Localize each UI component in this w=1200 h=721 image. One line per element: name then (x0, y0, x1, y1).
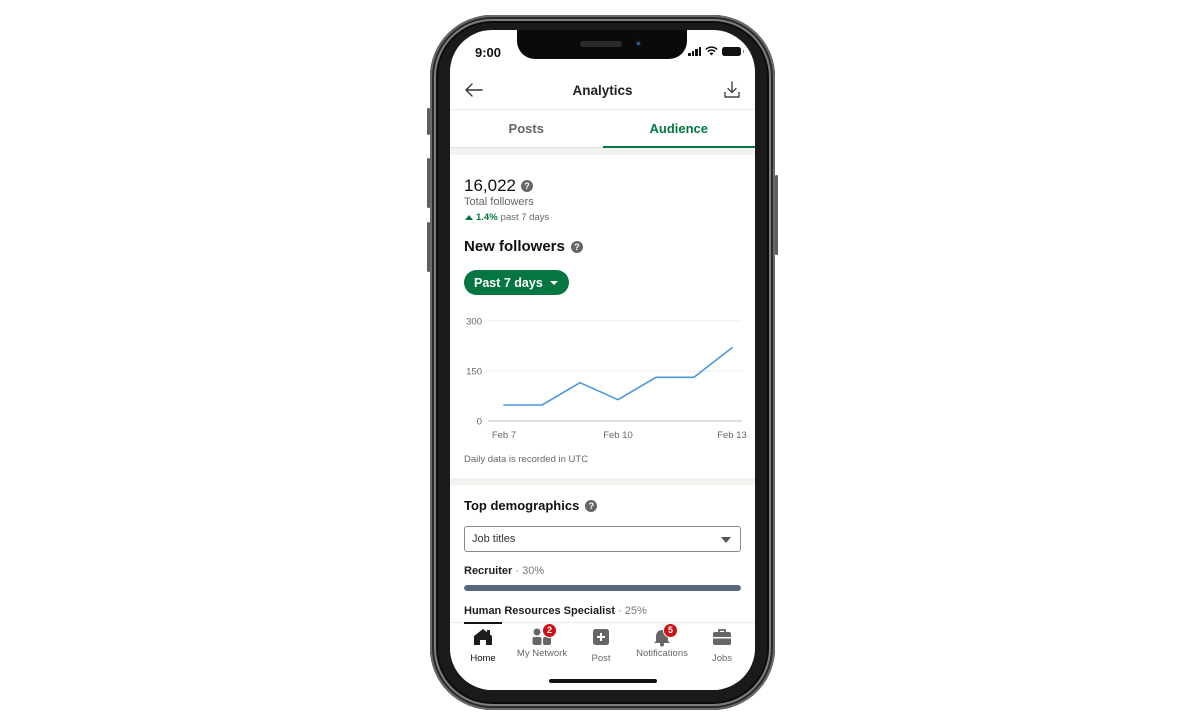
status-time: 9:00 (475, 45, 502, 60)
demographic-row-label: Recruiter · 30% (464, 565, 545, 577)
caret-down-icon (721, 537, 731, 543)
notification-badge: 2 (543, 624, 556, 637)
total-followers-label: Total followers (464, 196, 534, 208)
help-icon[interactable]: ? (570, 240, 583, 253)
nav-label: Jobs (711, 653, 733, 664)
chart-note: Daily data is recorded in UTC (464, 454, 589, 465)
caret-down-icon (549, 280, 558, 285)
bell-icon: 5 (651, 624, 677, 647)
new-followers-chart: 300 150 0 Feb 7 Feb 10 Feb 13 (466, 317, 747, 442)
demographic-name: Human Resources Specialist (464, 605, 616, 617)
home-indicator (549, 679, 657, 683)
network-icon: 2 (531, 624, 556, 647)
wifi-icon (705, 46, 718, 56)
followers-trend: 1.4% past 7 days (465, 212, 549, 223)
mute-switch (427, 108, 430, 135)
y-tick-label: 150 (466, 367, 482, 378)
briefcase-icon (713, 629, 731, 645)
nav-label: Notifications (636, 648, 688, 659)
demographic-type-select[interactable]: Job titles (464, 526, 741, 552)
app-bar: Analytics (450, 70, 755, 110)
page-title: Analytics (572, 83, 633, 98)
date-range-dropdown[interactable]: Past 7 days (464, 270, 569, 295)
battery-icon (722, 46, 744, 56)
phone-screen: 9:00 Analytics Posts Audience 16,022 ? T… (450, 30, 755, 690)
notification-badge: 5 (664, 624, 677, 637)
demographic-name: Recruiter (464, 565, 513, 577)
post-icon (593, 629, 609, 645)
new-followers-title: New followers (464, 238, 565, 255)
volume-up-button (427, 158, 430, 208)
signal-icon (688, 46, 701, 56)
active-tab-indicator (464, 622, 502, 624)
total-followers-value: 16,022 (464, 176, 516, 195)
nav-jobs[interactable]: Jobs (708, 627, 736, 664)
nav-label: Home (470, 653, 496, 664)
date-range-label: Past 7 days (474, 275, 543, 290)
download-icon[interactable] (721, 79, 743, 101)
y-tick-label: 300 (466, 317, 482, 328)
help-icon[interactable]: ? (585, 499, 598, 512)
x-tick-label: Feb 13 (717, 430, 747, 441)
home-icon (474, 629, 492, 645)
trend-percent: 1.4% (476, 212, 498, 223)
power-button (775, 175, 778, 255)
camera (634, 39, 643, 48)
help-icon[interactable]: ? (521, 180, 533, 192)
trend-period: past 7 days (500, 212, 550, 223)
nav-notifications[interactable]: 5 Notifications (630, 624, 694, 659)
new-followers-heading: New followers ? (464, 238, 583, 255)
demographic-percent: 30% (522, 565, 545, 577)
demographics-title: Top demographics (464, 498, 580, 513)
tab-posts[interactable]: Posts (450, 110, 603, 147)
x-tick-label: Feb 7 (492, 430, 516, 441)
nav-post[interactable]: Post (586, 627, 616, 664)
volume-down-button (427, 222, 430, 272)
nav-my-network[interactable]: 2 My Network (512, 624, 572, 659)
demographic-percent: 25% (624, 605, 647, 617)
demographic-bar (464, 585, 741, 591)
notch (517, 30, 687, 59)
series-line (503, 346, 733, 406)
nav-label: My Network (516, 648, 568, 659)
speaker (580, 41, 622, 47)
section-divider (450, 148, 755, 155)
select-value: Job titles (472, 533, 516, 545)
nav-label: Post (591, 653, 611, 664)
total-followers: 16,022 ? (464, 176, 533, 196)
section-divider (450, 478, 755, 485)
tab-bar: Posts Audience (450, 110, 755, 148)
trend-up-icon (465, 215, 473, 220)
tab-audience[interactable]: Audience (602, 110, 756, 148)
nav-home[interactable]: Home (464, 627, 502, 664)
demographics-heading: Top demographics ? (464, 498, 598, 513)
demographic-row-label: Human Resources Specialist · 25% (464, 605, 647, 617)
y-tick-label: 0 (477, 417, 482, 428)
demographic-bar-fill (464, 585, 741, 591)
x-tick-label: Feb 10 (603, 430, 633, 441)
status-icons (688, 46, 744, 56)
